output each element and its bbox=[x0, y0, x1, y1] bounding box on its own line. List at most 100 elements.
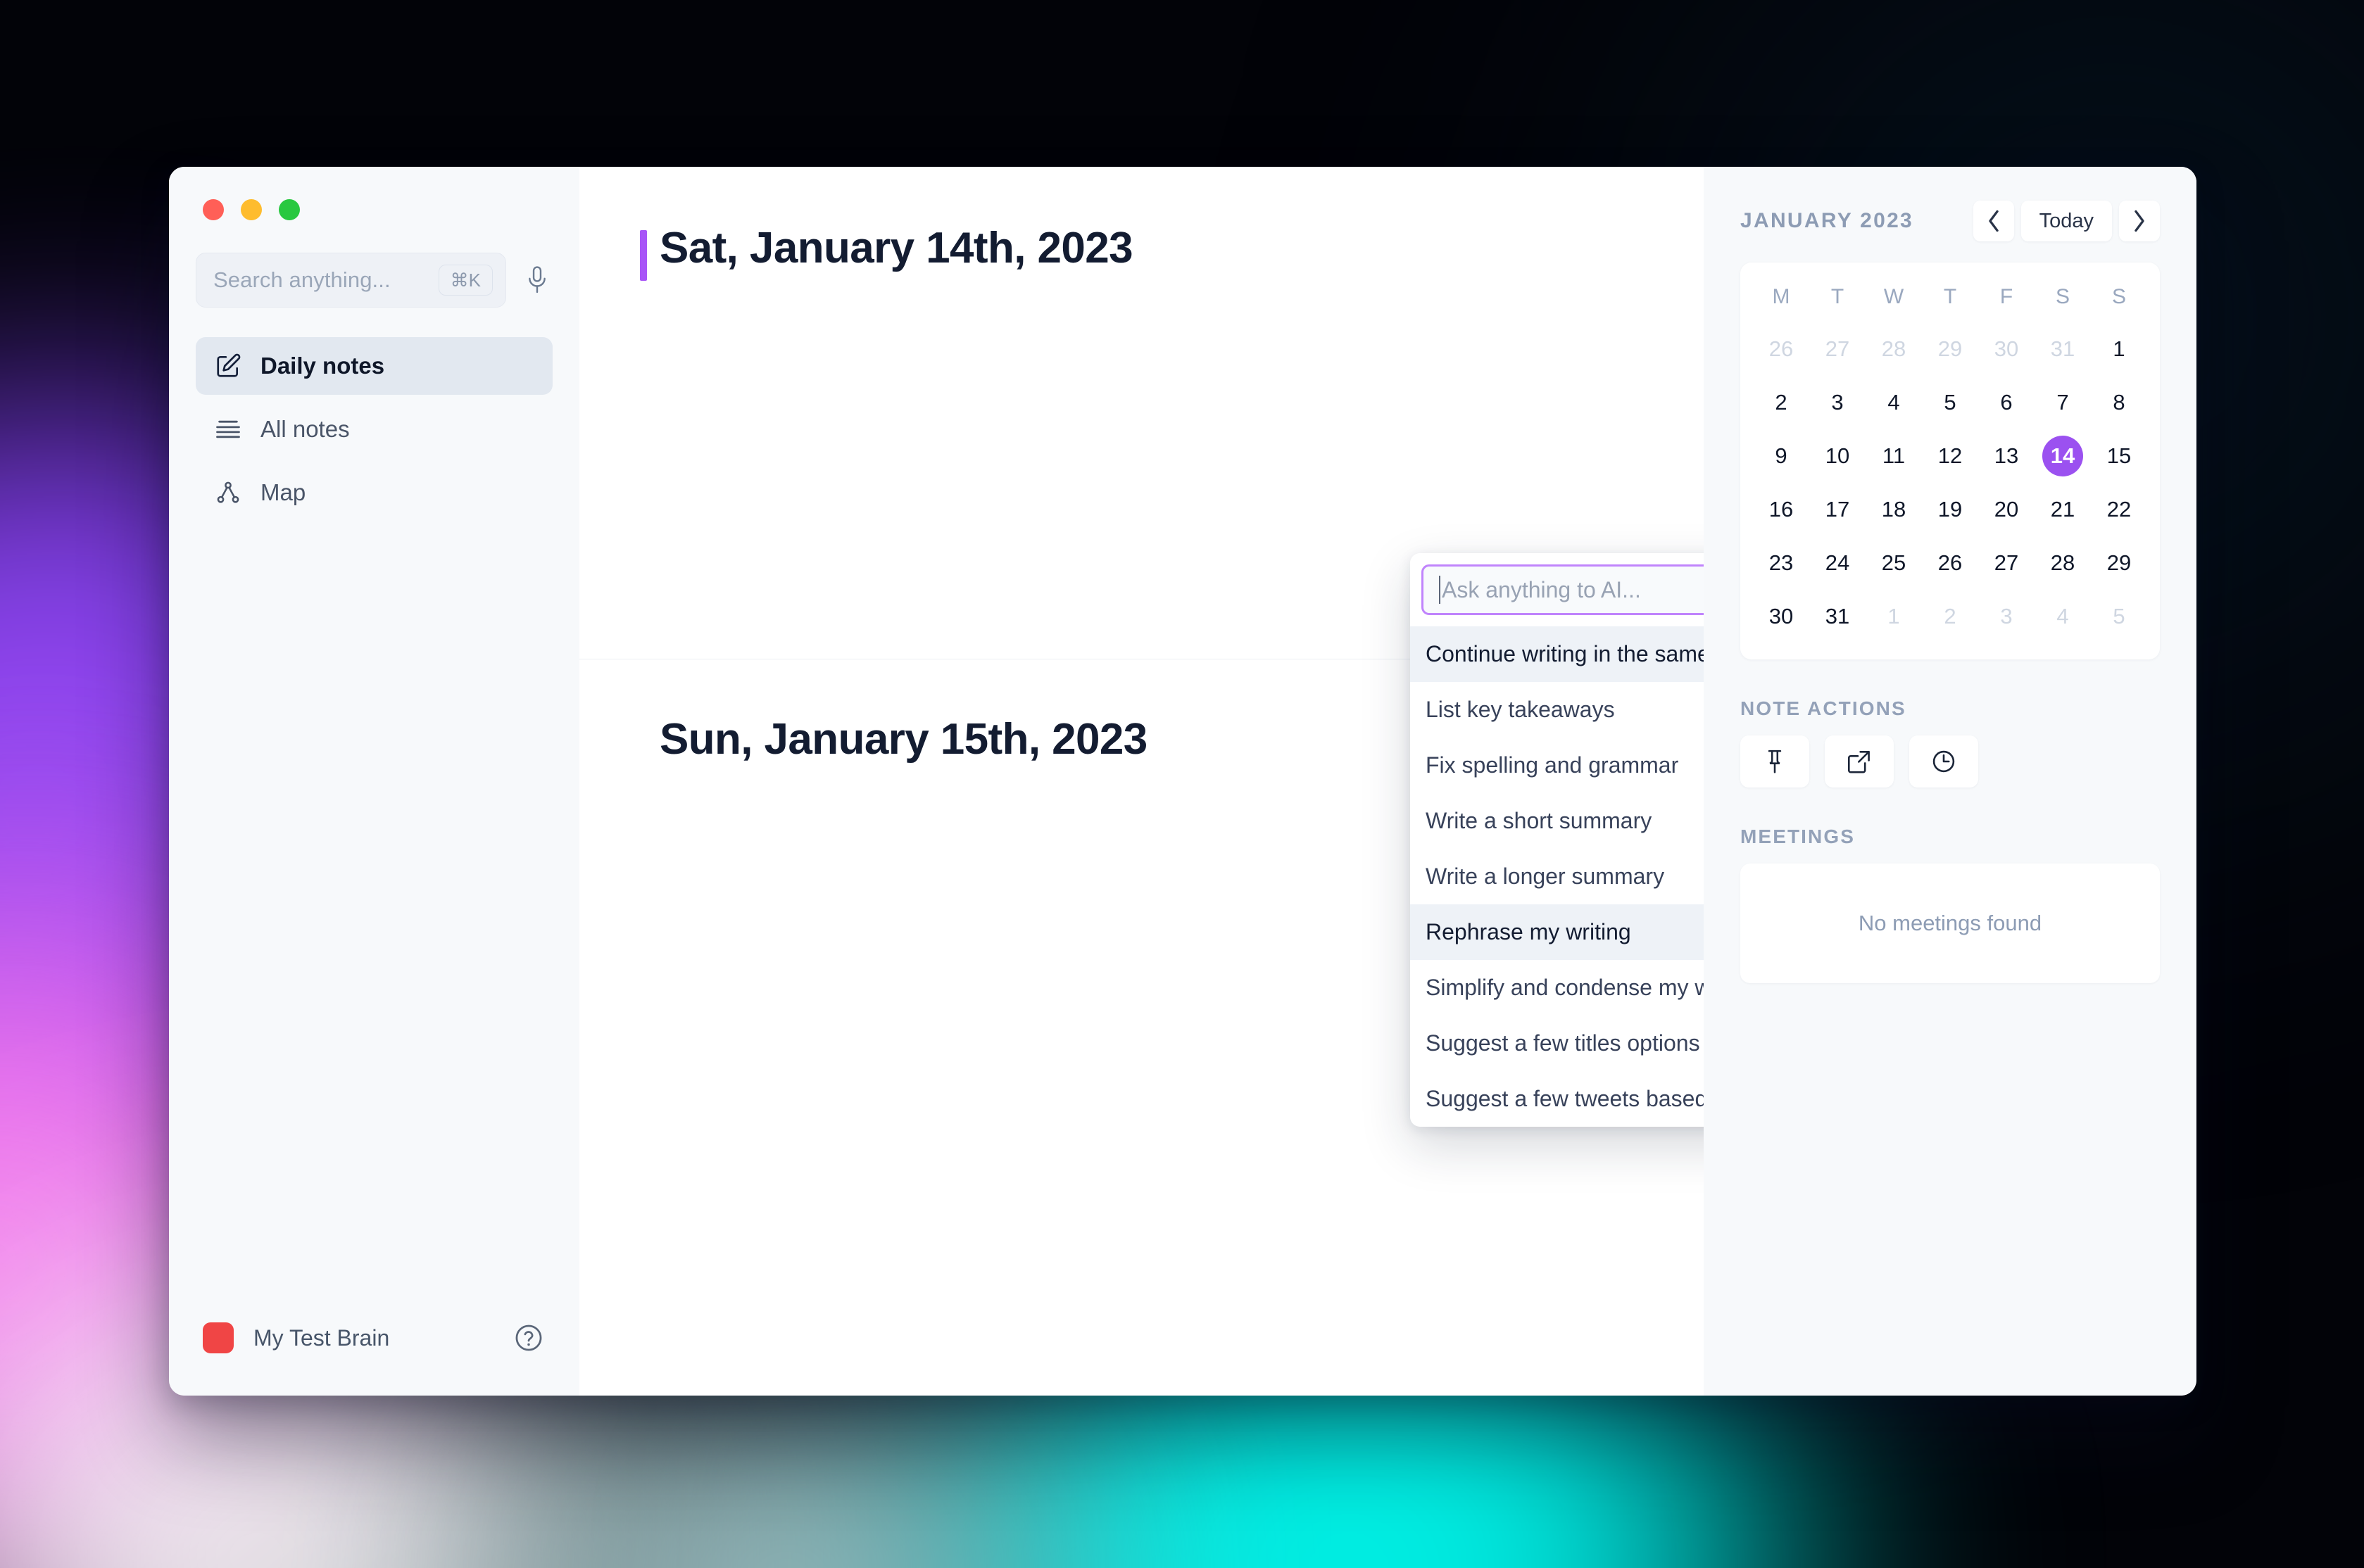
calendar-day[interactable]: 5 bbox=[2091, 592, 2147, 641]
calendar-day-number: 1 bbox=[2113, 336, 2125, 361]
calendar-day[interactable]: 23 bbox=[1753, 538, 1809, 588]
calendar-day[interactable]: 2 bbox=[1922, 592, 1978, 641]
calendar-day-number: 16 bbox=[1768, 497, 1794, 521]
meetings-label: MEETINGS bbox=[1740, 826, 1856, 847]
calendar-day-number: 22 bbox=[2106, 497, 2132, 521]
calendar-day[interactable]: 4 bbox=[2035, 592, 2091, 641]
calendar-day-number: 8 bbox=[2113, 390, 2125, 415]
calendar-day[interactable]: 8 bbox=[2091, 378, 2147, 427]
calendar-day[interactable]: 26 bbox=[1753, 324, 1809, 374]
calendar-day[interactable]: 29 bbox=[1922, 324, 1978, 374]
calendar-day-number: 31 bbox=[1825, 604, 1850, 628]
calendar-day[interactable]: 6 bbox=[1978, 378, 2035, 427]
calendar-dow: S bbox=[2055, 285, 2070, 308]
calendar-day-number: 4 bbox=[1887, 390, 1900, 415]
calendar-day[interactable]: 7 bbox=[2035, 378, 2091, 427]
calendar-day[interactable]: 5 bbox=[1922, 378, 1978, 427]
ai-suggestion-item[interactable]: Continue writing in the same style bbox=[1410, 626, 1704, 682]
calendar-header: JANUARY 2023 Today bbox=[1740, 201, 2160, 241]
calendar-day-number: 10 bbox=[1825, 443, 1850, 468]
calendar-prev-button[interactable] bbox=[1973, 201, 2014, 241]
calendar-day[interactable]: 28 bbox=[2035, 538, 2091, 588]
calendar-day[interactable]: 26 bbox=[1922, 538, 1978, 588]
calendar-day[interactable]: 19 bbox=[1922, 485, 1978, 534]
sidebar-item-all-notes[interactable]: All notes bbox=[196, 400, 553, 458]
calendar-day[interactable]: 11 bbox=[1866, 431, 1922, 481]
calendar-day[interactable]: 31 bbox=[2035, 324, 2091, 374]
calendar-day[interactable]: 16 bbox=[1753, 485, 1809, 534]
ai-suggestion-item[interactable]: Rephrase my writing bbox=[1410, 904, 1704, 960]
calendar-day[interactable]: 17 bbox=[1809, 485, 1866, 534]
calendar-day[interactable]: 20 bbox=[1978, 485, 2035, 534]
calendar-day-number: 28 bbox=[2050, 550, 2075, 575]
calendar-day-number: 21 bbox=[2050, 497, 2075, 521]
window-controls bbox=[196, 167, 553, 220]
question-circle-icon[interactable] bbox=[512, 1321, 546, 1355]
calendar-day[interactable]: 22 bbox=[2091, 485, 2147, 534]
note-history-button[interactable] bbox=[1909, 735, 1978, 788]
calendar-day[interactable]: 30 bbox=[1978, 324, 2035, 374]
calendar-day-number: 27 bbox=[1825, 336, 1850, 361]
calendar-day[interactable]: 30 bbox=[1753, 592, 1809, 641]
desktop-background: Search anything... ⌘K Daily notes All no… bbox=[0, 0, 2364, 1568]
calendar-day-number: 24 bbox=[1825, 550, 1850, 575]
calendar-day-number: 30 bbox=[1994, 336, 2019, 361]
calendar-day[interactable]: 4 bbox=[1866, 378, 1922, 427]
calendar-day-selected[interactable]: 14 bbox=[2035, 431, 2091, 481]
ai-suggestion-list: Continue writing in the same style List … bbox=[1410, 626, 1704, 1127]
open-note-button[interactable] bbox=[1825, 735, 1894, 788]
note-actions-row bbox=[1740, 735, 2160, 788]
calendar-day[interactable]: 10 bbox=[1809, 431, 1866, 481]
brain-name-label[interactable]: My Test Brain bbox=[253, 1325, 492, 1351]
calendar-day[interactable]: 29 bbox=[2091, 538, 2147, 588]
sidebar-item-label: All notes bbox=[260, 416, 350, 442]
calendar-day[interactable]: 27 bbox=[1978, 538, 2035, 588]
maximize-window-button[interactable] bbox=[279, 199, 300, 220]
calendar-today-button[interactable]: Today bbox=[2020, 201, 2112, 241]
minimize-window-button[interactable] bbox=[241, 199, 262, 220]
calendar-day[interactable]: 3 bbox=[1809, 378, 1866, 427]
ai-suggestion-item[interactable]: Simplify and condense my writing bbox=[1410, 960, 1704, 1016]
list-lines-icon bbox=[214, 415, 242, 443]
day-accent-bar bbox=[640, 230, 647, 281]
ai-suggestion-item[interactable]: Write a longer summary bbox=[1410, 849, 1704, 904]
calendar-day-number: 28 bbox=[1881, 336, 1906, 361]
calendar-day-number: 13 bbox=[1994, 443, 2019, 468]
calendar-day[interactable]: 2 bbox=[1753, 378, 1809, 427]
calendar-day-number: 11 bbox=[1882, 443, 1906, 468]
calendar-day[interactable]: 1 bbox=[1866, 592, 1922, 641]
calendar-day-number: 20 bbox=[1994, 497, 2019, 521]
calendar-next-button[interactable] bbox=[2119, 201, 2160, 241]
ai-input-wrapper: Ask anything to AI... bbox=[1410, 564, 1704, 626]
calendar-day[interactable]: 12 bbox=[1922, 431, 1978, 481]
calendar-day-number: 19 bbox=[1937, 497, 1963, 521]
calendar-day[interactable]: 24 bbox=[1809, 538, 1866, 588]
calendar-day[interactable]: 3 bbox=[1978, 592, 2035, 641]
calendar-day[interactable]: 15 bbox=[2091, 431, 2147, 481]
calendar-day[interactable]: 13 bbox=[1978, 431, 2035, 481]
calendar-day-number: 12 bbox=[1937, 443, 1963, 468]
search-input[interactable]: Search anything... ⌘K bbox=[196, 253, 506, 308]
calendar-dow: S bbox=[2111, 285, 2126, 308]
calendar-day[interactable]: 25 bbox=[1866, 538, 1922, 588]
sidebar-item-daily-notes[interactable]: Daily notes bbox=[196, 337, 553, 395]
ai-suggestion-item[interactable]: Suggest a few titles options bbox=[1410, 1016, 1704, 1071]
sidebar-item-map[interactable]: Map bbox=[196, 464, 553, 521]
ai-prompt-input[interactable]: Ask anything to AI... bbox=[1421, 564, 1704, 615]
ai-suggestion-item[interactable]: List key takeaways bbox=[1410, 682, 1704, 738]
calendar-day[interactable]: 9 bbox=[1753, 431, 1809, 481]
calendar-day[interactable]: 1 bbox=[2091, 324, 2147, 374]
close-window-button[interactable] bbox=[203, 199, 224, 220]
calendar-day[interactable]: 18 bbox=[1866, 485, 1922, 534]
calendar-day-number: 27 bbox=[1994, 550, 2019, 575]
microphone-icon[interactable] bbox=[522, 261, 553, 299]
ai-suggestion-item[interactable]: Write a short summary bbox=[1410, 793, 1704, 849]
calendar-day[interactable]: 31 bbox=[1809, 592, 1866, 641]
calendar-day[interactable]: 28 bbox=[1866, 324, 1922, 374]
calendar-day[interactable]: 27 bbox=[1809, 324, 1866, 374]
ai-suggestion-item[interactable]: Suggest a few tweets based on my writing bbox=[1410, 1071, 1704, 1127]
calendar-day[interactable]: 21 bbox=[2035, 485, 2091, 534]
ai-prompt-placeholder: Ask anything to AI... bbox=[1442, 576, 1641, 602]
ai-suggestion-item[interactable]: Fix spelling and grammar bbox=[1410, 738, 1704, 793]
pin-note-button[interactable] bbox=[1740, 735, 1809, 788]
